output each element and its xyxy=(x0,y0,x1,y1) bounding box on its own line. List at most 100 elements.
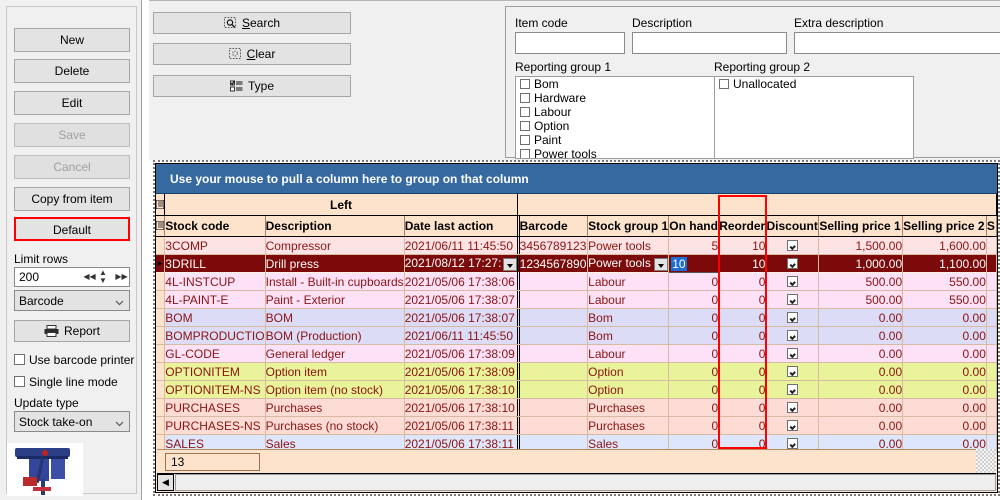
cell-selling-price-3-partial[interactable] xyxy=(986,236,997,255)
cell-stock-group-1[interactable]: Labour xyxy=(587,344,670,363)
cell-on-hand[interactable]: 0 xyxy=(668,398,720,417)
cell-reorder[interactable]: 0 xyxy=(718,326,767,345)
search-button[interactable]: Search xyxy=(153,12,351,34)
column-header[interactable]: Description xyxy=(265,215,405,237)
reporting-group-item[interactable]: Option xyxy=(516,119,714,133)
discount-checkbox[interactable] xyxy=(786,365,798,377)
cell-stock-code[interactable]: 3COMP xyxy=(164,236,266,255)
delete-button[interactable]: Delete xyxy=(14,59,130,83)
discount-checkbox[interactable] xyxy=(786,383,798,395)
cell-reorder[interactable]: 10 xyxy=(718,254,767,273)
discount-checkbox[interactable] xyxy=(786,257,798,269)
cell-selling-price-1[interactable]: 0.00 xyxy=(818,416,904,435)
edit-button[interactable]: Edit xyxy=(14,91,130,115)
cell-stock-code[interactable]: BOM xyxy=(164,308,266,327)
up-down-icon[interactable]: ▲ ▼ xyxy=(99,269,112,285)
cell-on-hand[interactable]: 0 xyxy=(668,380,720,399)
single-line-mode-checkbox[interactable]: Single line mode xyxy=(14,375,118,389)
cell-selling-price-3-partial[interactable] xyxy=(986,290,997,309)
clear-button[interactable]: Clear xyxy=(153,43,351,65)
date-dropdown-icon[interactable] xyxy=(502,258,517,271)
table-row[interactable]: ▸ 3DRILL Drill press 2021/08/12 17:27: 12345… xyxy=(156,254,997,273)
cell-date-last-action[interactable]: 2021/05/06 17:38:07 xyxy=(404,308,518,327)
cell-selling-price-3-partial[interactable] xyxy=(986,398,997,417)
cell-on-hand[interactable]: 0 xyxy=(668,308,720,327)
column-header[interactable]: Discount xyxy=(765,215,820,237)
grid-menu-icon[interactable] xyxy=(156,194,166,216)
cell-barcode[interactable] xyxy=(519,308,589,327)
cell-discount[interactable] xyxy=(765,416,820,435)
cell-stock-group-1[interactable]: Power tools xyxy=(587,254,670,273)
cell-stock-code[interactable]: 3DRILL xyxy=(164,254,266,273)
column-header[interactable]: On hand xyxy=(668,215,720,237)
cell-barcode[interactable] xyxy=(519,326,589,345)
column-header[interactable]: Stock code xyxy=(164,215,266,237)
cell-stock-group-1[interactable]: Option xyxy=(587,362,670,381)
cell-selling-price-2[interactable]: 0.00 xyxy=(902,398,987,417)
limit-rows-spinner[interactable]: 200 ◀◀ ▲ ▼ ▶▶ xyxy=(14,267,130,287)
cell-selling-price-1[interactable]: 1,000.00 xyxy=(818,254,904,273)
cell-barcode[interactable] xyxy=(519,344,589,363)
cell-stock-group-1[interactable]: Purchases xyxy=(587,398,670,417)
cell-date-last-action[interactable]: 2021/08/12 17:27: xyxy=(404,254,518,273)
discount-checkbox[interactable] xyxy=(786,401,798,413)
reporting-group-item[interactable]: Power tools xyxy=(516,147,714,158)
cell-date-last-action[interactable]: 2021/06/11 11:45:50 xyxy=(404,236,518,255)
cell-description[interactable]: Install - Built-in cupboards xyxy=(265,272,405,291)
cell-stock-group-1[interactable]: Bom xyxy=(587,326,670,345)
reporting-group-item[interactable]: Hardware xyxy=(516,91,714,105)
reporting-group-item[interactable]: Bom xyxy=(516,77,714,91)
column-header[interactable]: Reorder xyxy=(718,215,767,237)
table-row[interactable]: OPTIONITEM-NS Option item (no stock) 2021/… xyxy=(156,380,997,399)
column-header[interactable]: Stock group 1 xyxy=(587,215,670,237)
cell-reorder[interactable]: 0 xyxy=(718,290,767,309)
cell-selling-price-3-partial[interactable] xyxy=(986,308,997,327)
cell-description[interactable]: General ledger xyxy=(265,344,405,363)
cell-date-last-action[interactable]: 2021/06/11 11:45:50 xyxy=(404,326,518,345)
cell-reorder[interactable]: 10 xyxy=(718,236,767,255)
cell-date-last-action[interactable]: 2021/05/06 17:38:10 xyxy=(404,398,518,417)
cell-stock-code[interactable]: 4L-PAINT-E xyxy=(164,290,266,309)
cell-discount[interactable] xyxy=(765,344,820,363)
column-header[interactable]: Date last action xyxy=(404,215,518,237)
cell-discount[interactable] xyxy=(765,398,820,417)
cell-selling-price-2[interactable]: 550.00 xyxy=(902,290,987,309)
cell-reorder[interactable]: 0 xyxy=(718,344,767,363)
cell-selling-price-1[interactable]: 0.00 xyxy=(818,344,904,363)
cell-discount[interactable] xyxy=(765,308,820,327)
table-row[interactable]: OPTIONITEM Option item 2021/05/06 17:38:09… xyxy=(156,362,997,381)
cell-description[interactable]: Drill press xyxy=(265,254,405,273)
cell-stock-code[interactable]: GL-CODE xyxy=(164,344,266,363)
cell-stock-group-1[interactable]: Purchases xyxy=(587,416,670,435)
table-row[interactable]: 4L-PAINT-E Paint - Exterior 2021/05/06 17:… xyxy=(156,290,997,309)
cell-barcode[interactable]: 3456789123 xyxy=(519,236,589,255)
cell-on-hand[interactable]: 5 xyxy=(668,236,720,255)
cell-description[interactable]: Purchases (no stock) xyxy=(265,416,405,435)
cell-selling-price-3-partial[interactable] xyxy=(986,362,997,381)
cell-description[interactable]: Option item (no stock) xyxy=(265,380,405,399)
group-dropdown-icon[interactable] xyxy=(654,258,668,271)
scroll-track[interactable] xyxy=(175,474,996,491)
table-row[interactable]: 3COMP Compressor 2021/06/11 11:45:50 345678… xyxy=(156,236,997,255)
cell-discount[interactable] xyxy=(765,272,820,291)
cell-selling-price-3-partial[interactable] xyxy=(986,254,997,273)
default-button[interactable]: Default xyxy=(14,217,130,241)
cell-date-last-action[interactable]: 2021/05/06 17:38:09 xyxy=(404,344,518,363)
cell-selling-price-1[interactable]: 1,500.00 xyxy=(818,236,904,255)
cell-on-hand[interactable]: 0 xyxy=(668,272,720,291)
scroll-left-icon[interactable]: ◀ xyxy=(157,474,174,491)
discount-checkbox[interactable] xyxy=(786,275,798,287)
discount-checkbox[interactable] xyxy=(786,239,798,251)
cell-on-hand[interactable]: 0 xyxy=(668,290,720,309)
item-code-input[interactable] xyxy=(515,32,625,54)
cell-on-hand[interactable]: 0 xyxy=(668,326,720,345)
cell-selling-price-1[interactable]: 500.00 xyxy=(818,272,904,291)
cell-reorder[interactable]: 0 xyxy=(718,308,767,327)
cell-stock-code[interactable]: PURCHASES xyxy=(164,398,266,417)
cell-selling-price-3-partial[interactable] xyxy=(986,344,997,363)
cell-reorder[interactable]: 0 xyxy=(718,416,767,435)
column-header[interactable]: Selling price 1 xyxy=(818,215,904,237)
cell-selling-price-2[interactable]: 0.00 xyxy=(902,362,987,381)
cell-date-last-action[interactable]: 2021/05/06 17:38:10 xyxy=(404,380,518,399)
cell-description[interactable]: Compressor xyxy=(265,236,405,255)
